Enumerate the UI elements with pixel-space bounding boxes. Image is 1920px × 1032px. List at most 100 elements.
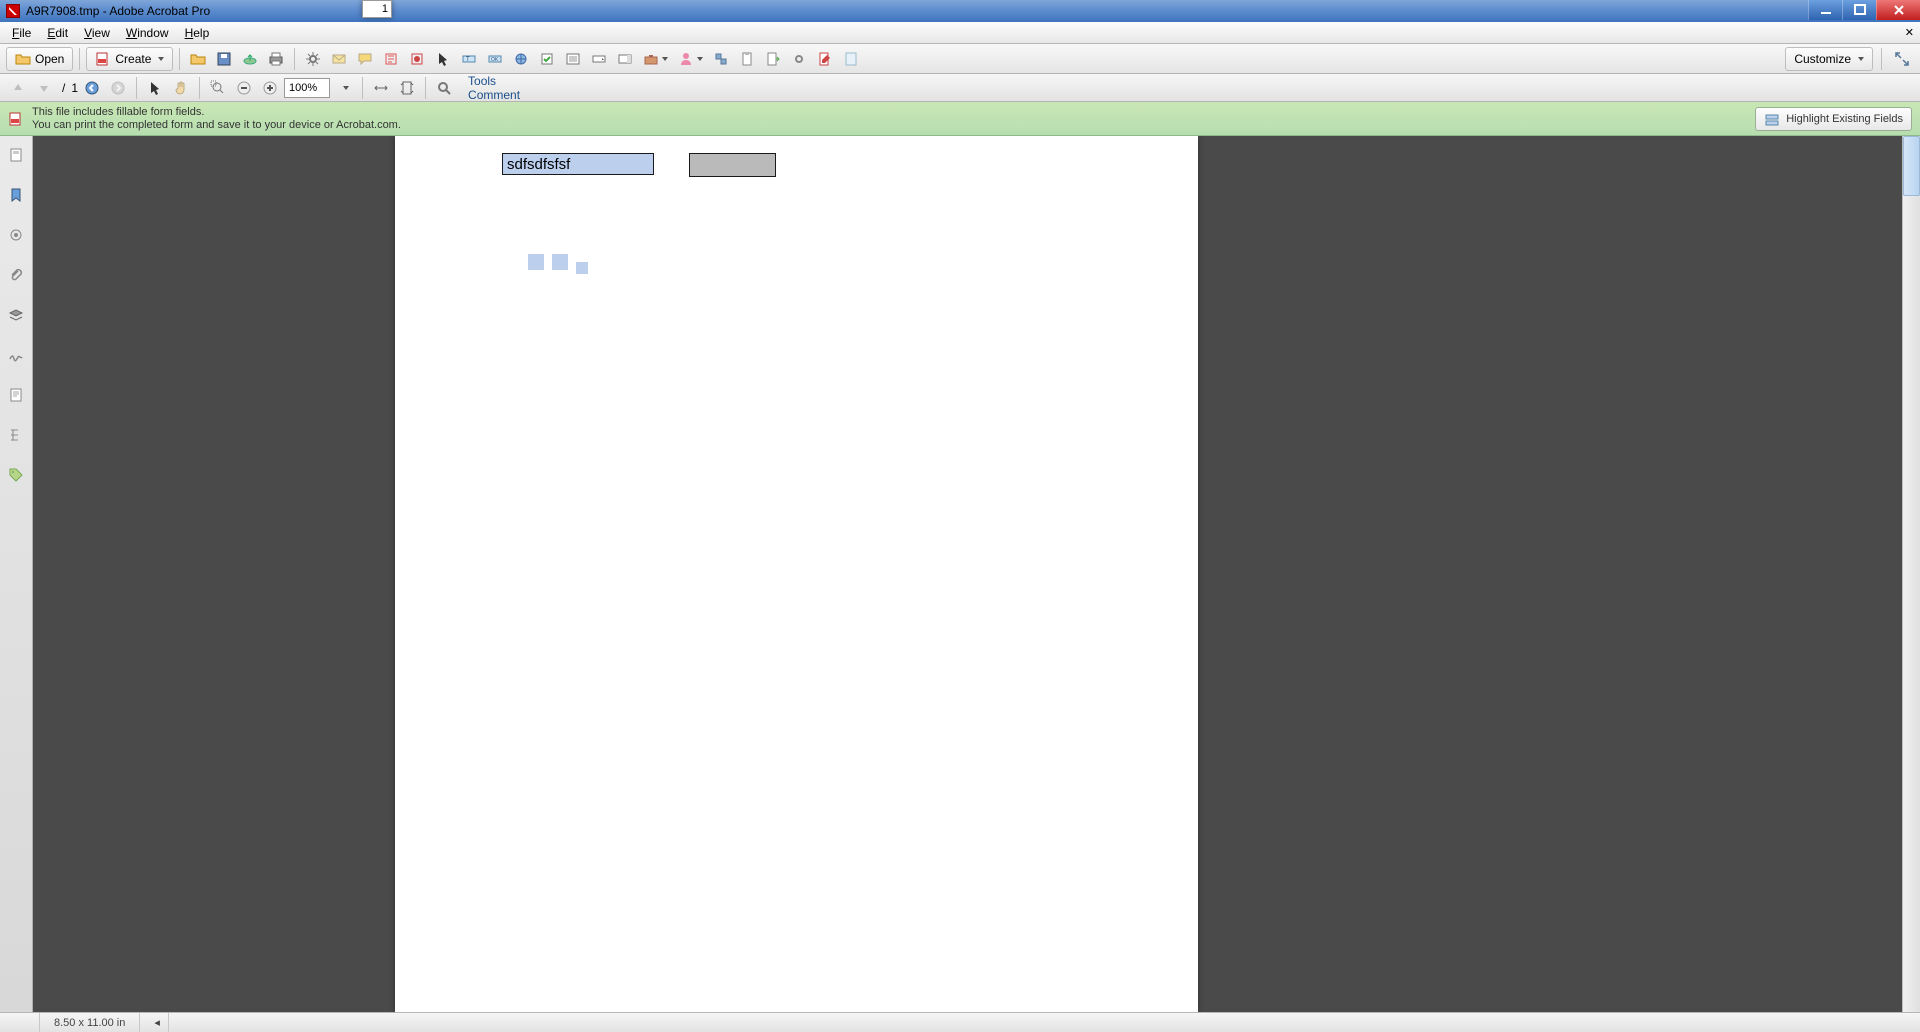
page-size-text: 8.50 x 11.00 in: [54, 1017, 125, 1029]
signatures-button[interactable]: [5, 344, 27, 366]
dropdown-caret-icon: [1858, 57, 1864, 61]
attach-button[interactable]: [509, 47, 533, 71]
listbox-tool-button[interactable]: [613, 47, 637, 71]
window-maximize-button[interactable]: [1842, 0, 1876, 20]
clipboard-icon: [739, 51, 755, 67]
reading-mode-button[interactable]: [1890, 47, 1914, 71]
dropdown-tool-button[interactable]: [587, 47, 611, 71]
destinations-button[interactable]: [5, 224, 27, 246]
document-viewport[interactable]: [33, 136, 1902, 1012]
layers-icon: [8, 307, 24, 323]
status-expand-button[interactable]: ◂: [140, 1013, 169, 1032]
pdf-form-icon: [8, 111, 24, 127]
separator: [79, 48, 80, 70]
bookmarks-button[interactable]: [5, 184, 27, 206]
attachments-button[interactable]: [5, 264, 27, 286]
distribute-icon: [713, 51, 729, 67]
form-text-field-1[interactable]: [502, 153, 654, 175]
open-button[interactable]: Open: [6, 47, 73, 71]
zoom-level-select[interactable]: 100%: [284, 78, 330, 98]
open-file-button[interactable]: [186, 47, 210, 71]
distribute-button[interactable]: [709, 47, 733, 71]
menu-edit[interactable]: Edit: [39, 24, 76, 42]
magnifier-icon: [436, 80, 452, 96]
menu-help[interactable]: Help: [177, 24, 218, 42]
fit-page-button[interactable]: [395, 76, 419, 100]
window-minimize-button[interactable]: [1808, 0, 1842, 20]
document-close-button[interactable]: ✕: [1905, 26, 1914, 39]
text-field-tool-button[interactable]: T: [457, 47, 481, 71]
zoom-in-button[interactable]: [258, 76, 282, 100]
highlight-button[interactable]: [379, 47, 403, 71]
link-icon: [791, 51, 807, 67]
window-titlebar: A9R7908.tmp - Adobe Acrobat Pro: [0, 0, 1920, 22]
export-button[interactable]: [761, 47, 785, 71]
window-controls: [1808, 0, 1920, 22]
form-checkbox-1[interactable]: [528, 254, 544, 270]
minus-icon: [236, 80, 252, 96]
highlight-fields-label: Highlight Existing Fields: [1786, 113, 1903, 125]
customize-button[interactable]: Customize: [1785, 47, 1873, 71]
tools-label: Tools: [468, 74, 496, 88]
stamp-button[interactable]: [405, 47, 429, 71]
page-down-button[interactable]: [32, 76, 56, 100]
articles-button[interactable]: [5, 384, 27, 406]
form-checkbox-2[interactable]: [552, 254, 568, 270]
separator: [1881, 48, 1882, 70]
page-thumbnails-button[interactable]: [5, 144, 27, 166]
create-button[interactable]: Create: [86, 47, 173, 71]
form-checkbox-3[interactable]: [576, 262, 588, 274]
print-button[interactable]: [264, 47, 288, 71]
menu-window[interactable]: Window: [118, 24, 177, 42]
checkbox-tool-button[interactable]: [535, 47, 559, 71]
hand-tool-button[interactable]: [169, 76, 193, 100]
share-button[interactable]: [327, 47, 351, 71]
menu-view-label: iew: [92, 26, 110, 40]
page-separator: /: [58, 81, 69, 95]
select-tool-button[interactable]: [431, 47, 455, 71]
tags-button[interactable]: [5, 464, 27, 486]
combo-box-icon: [617, 51, 633, 67]
radio-tool-button[interactable]: [561, 47, 585, 71]
blank-page-button[interactable]: [839, 47, 863, 71]
highlight-fields-button[interactable]: Highlight Existing Fields: [1755, 107, 1912, 131]
ok-button-tool[interactable]: OK: [483, 47, 507, 71]
vertical-scrollbar[interactable]: [1902, 136, 1920, 1012]
track-button[interactable]: [735, 47, 759, 71]
link-button[interactable]: [787, 47, 811, 71]
marquee-zoom-button[interactable]: [206, 76, 230, 100]
select-tool-nav-button[interactable]: [143, 76, 167, 100]
zoom-out-button[interactable]: [232, 76, 256, 100]
scrollbar-thumb[interactable]: [1903, 136, 1920, 196]
form-text-field-2[interactable]: [689, 153, 776, 177]
zoom-dropdown-button[interactable]: [332, 76, 356, 100]
layers-button[interactable]: [5, 304, 27, 326]
window-close-button[interactable]: [1876, 0, 1920, 20]
find-button[interactable]: [432, 76, 456, 100]
thumbnails-icon: [8, 147, 24, 163]
comment-panel-toggle[interactable]: Comment: [458, 88, 530, 102]
tools-panel-toggle[interactable]: Tools: [458, 74, 530, 88]
menu-view[interactable]: View: [76, 24, 118, 42]
model-tree-button[interactable]: [5, 424, 27, 446]
magnifier-marquee-icon: [210, 80, 226, 96]
floppy-disk-icon: [216, 51, 232, 67]
menu-file[interactable]: File: [4, 24, 39, 42]
nav-forward-button[interactable]: [106, 76, 130, 100]
settings-button[interactable]: [301, 47, 325, 71]
speech-bubble-icon: [357, 51, 373, 67]
sign-button[interactable]: [674, 47, 707, 71]
arrow-right-circle-icon: [110, 80, 126, 96]
button-tool-button[interactable]: [639, 47, 672, 71]
comment-button[interactable]: [353, 47, 377, 71]
menu-bar: File Edit View Window Help ✕: [0, 22, 1920, 44]
page-number-input[interactable]: [362, 0, 392, 18]
save-to-cloud-button[interactable]: [238, 47, 262, 71]
fit-width-button[interactable]: [369, 76, 393, 100]
save-button[interactable]: [212, 47, 236, 71]
main-toolbar: Open Create T OK Customize: [0, 44, 1920, 74]
edit-button[interactable]: [813, 47, 837, 71]
ok-box-icon: OK: [487, 51, 503, 67]
page-up-button[interactable]: [6, 76, 30, 100]
nav-back-button[interactable]: [80, 76, 104, 100]
